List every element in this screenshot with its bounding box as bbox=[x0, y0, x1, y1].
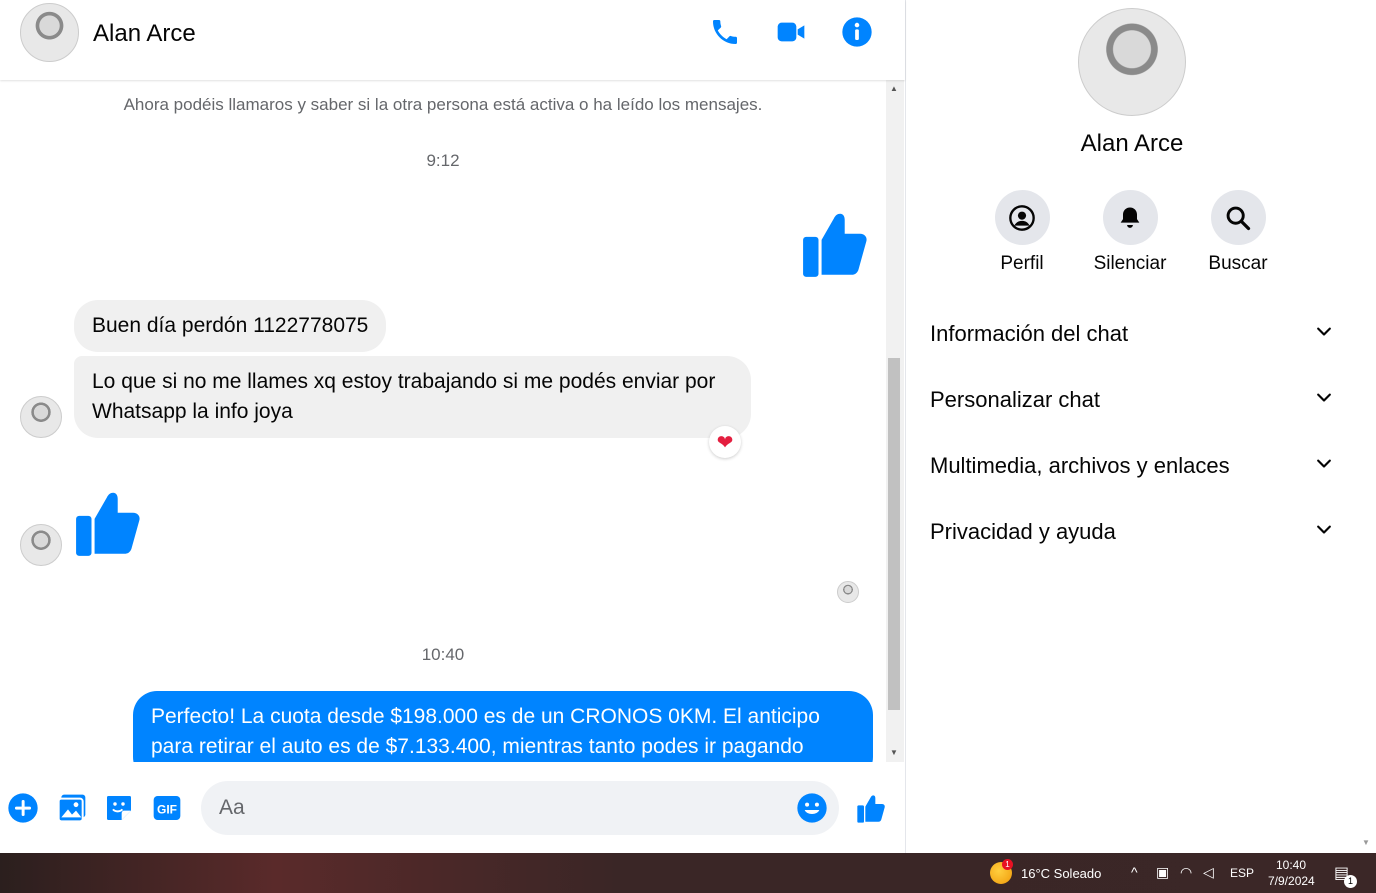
search-icon[interactable] bbox=[1210, 190, 1266, 245]
emoji-icon[interactable] bbox=[796, 792, 828, 824]
svg-text:GIF: GIF bbox=[157, 802, 177, 816]
bell-icon[interactable] bbox=[1102, 190, 1158, 245]
profile-name: Alan Arce bbox=[1080, 130, 1184, 157]
incoming-message[interactable]: Buen día perdón 1122778075 bbox=[74, 300, 387, 352]
profile-action[interactable]: Perfil bbox=[982, 190, 1062, 275]
sticker-icon[interactable] bbox=[103, 792, 135, 824]
gif-icon[interactable]: GIF bbox=[151, 792, 183, 824]
panel-scroll-down-arrow[interactable]: ▼ bbox=[1362, 838, 1370, 847]
received-like-icon[interactable] bbox=[73, 485, 147, 559]
chat-details-panel: Alan Arce Perfil Silenciar Buscar Inform… bbox=[906, 0, 1358, 853]
like-button-icon[interactable] bbox=[856, 792, 888, 824]
wifi-icon[interactable]: ◠ bbox=[1180, 864, 1192, 881]
section-privacy-help[interactable]: Privacidad y ayuda bbox=[922, 502, 1342, 562]
section-label: Información del chat bbox=[930, 321, 1129, 346]
plus-icon[interactable] bbox=[7, 792, 39, 824]
scroll-up-arrow[interactable]: ▲ bbox=[889, 84, 899, 94]
timestamp: 10:40 bbox=[421, 645, 465, 664]
incoming-message[interactable]: Lo que si no me llames xq estoy trabajan… bbox=[74, 356, 751, 438]
message-input[interactable] bbox=[201, 781, 839, 835]
scroll-thumb[interactable] bbox=[888, 358, 900, 710]
sender-avatar[interactable] bbox=[20, 396, 62, 438]
search-action[interactable]: Buscar bbox=[1198, 190, 1278, 275]
heart-reaction-icon[interactable]: ❤ bbox=[709, 426, 741, 458]
mute-action-label: Silenciar bbox=[1093, 253, 1167, 274]
profile-action-label: Perfil bbox=[1000, 253, 1044, 274]
message-scrollbar[interactable]: ▲ ▼ bbox=[886, 80, 904, 762]
sent-like-icon[interactable] bbox=[800, 206, 874, 280]
scroll-down-arrow[interactable]: ▼ bbox=[889, 748, 899, 758]
weather-text[interactable]: 16°C Soleado bbox=[1021, 866, 1101, 881]
meet-icon[interactable]: ▣ bbox=[1156, 864, 1169, 881]
messenger-window: Alan Arce Ahora podéis llamaros y saber … bbox=[0, 0, 1376, 893]
sender-avatar[interactable] bbox=[20, 524, 62, 566]
mute-action[interactable]: Silenciar bbox=[1090, 190, 1170, 275]
chevron-up-icon[interactable]: ^ bbox=[1131, 864, 1138, 880]
profile-avatar[interactable] bbox=[1078, 8, 1186, 116]
phone-icon[interactable] bbox=[709, 16, 741, 48]
contact-name[interactable]: Alan Arce bbox=[93, 20, 196, 48]
section-label: Privacidad y ayuda bbox=[930, 519, 1116, 544]
user-circle-icon[interactable] bbox=[994, 190, 1050, 245]
clock-time: 10:40 bbox=[1275, 858, 1307, 872]
volume-icon[interactable]: ◁ bbox=[1203, 864, 1214, 881]
outgoing-message[interactable]: Perfecto! La cuota desde $198.000 es de … bbox=[133, 691, 873, 762]
section-media-files-links[interactable]: Multimedia, archivos y enlaces bbox=[922, 436, 1342, 496]
search-action-label: Buscar bbox=[1208, 253, 1268, 274]
chat-header: Alan Arce bbox=[0, 0, 905, 80]
gallery-icon[interactable] bbox=[56, 792, 88, 824]
contact-avatar[interactable] bbox=[20, 3, 79, 62]
clock-date: 7/9/2024 bbox=[1268, 874, 1315, 888]
section-label: Personalizar chat bbox=[930, 387, 1100, 412]
panel-scrollbar[interactable]: ▼ bbox=[1358, 0, 1376, 853]
chevron-down-icon bbox=[1314, 322, 1334, 347]
weather-badge: 1 bbox=[1002, 859, 1013, 870]
section-customize-chat[interactable]: Personalizar chat bbox=[922, 370, 1342, 430]
timestamp: 9:12 bbox=[426, 151, 460, 170]
chevron-down-icon bbox=[1314, 454, 1334, 479]
seen-avatar bbox=[837, 581, 859, 603]
composer-bar: GIF bbox=[0, 762, 905, 853]
chevron-down-icon bbox=[1314, 520, 1334, 545]
notification-count: 1 bbox=[1344, 875, 1357, 888]
clock[interactable]: 10:40 7/9/2024 bbox=[1268, 857, 1315, 889]
info-icon[interactable] bbox=[841, 16, 873, 48]
section-label: Multimedia, archivos y enlaces bbox=[930, 453, 1230, 478]
windows-taskbar: 1 16°C Soleado ^ ▣ ◠ ◁ ESP 10:40 7/9/202… bbox=[0, 853, 1376, 893]
language-indicator[interactable]: ESP bbox=[1230, 866, 1254, 880]
system-notice: Ahora podéis llamaros y saber si la otra… bbox=[123, 95, 763, 114]
video-call-icon[interactable] bbox=[775, 16, 807, 48]
chevron-down-icon bbox=[1314, 388, 1334, 413]
section-chat-info[interactable]: Información del chat bbox=[922, 304, 1342, 364]
message-list[interactable]: Ahora podéis llamaros y saber si la otra… bbox=[0, 80, 886, 762]
